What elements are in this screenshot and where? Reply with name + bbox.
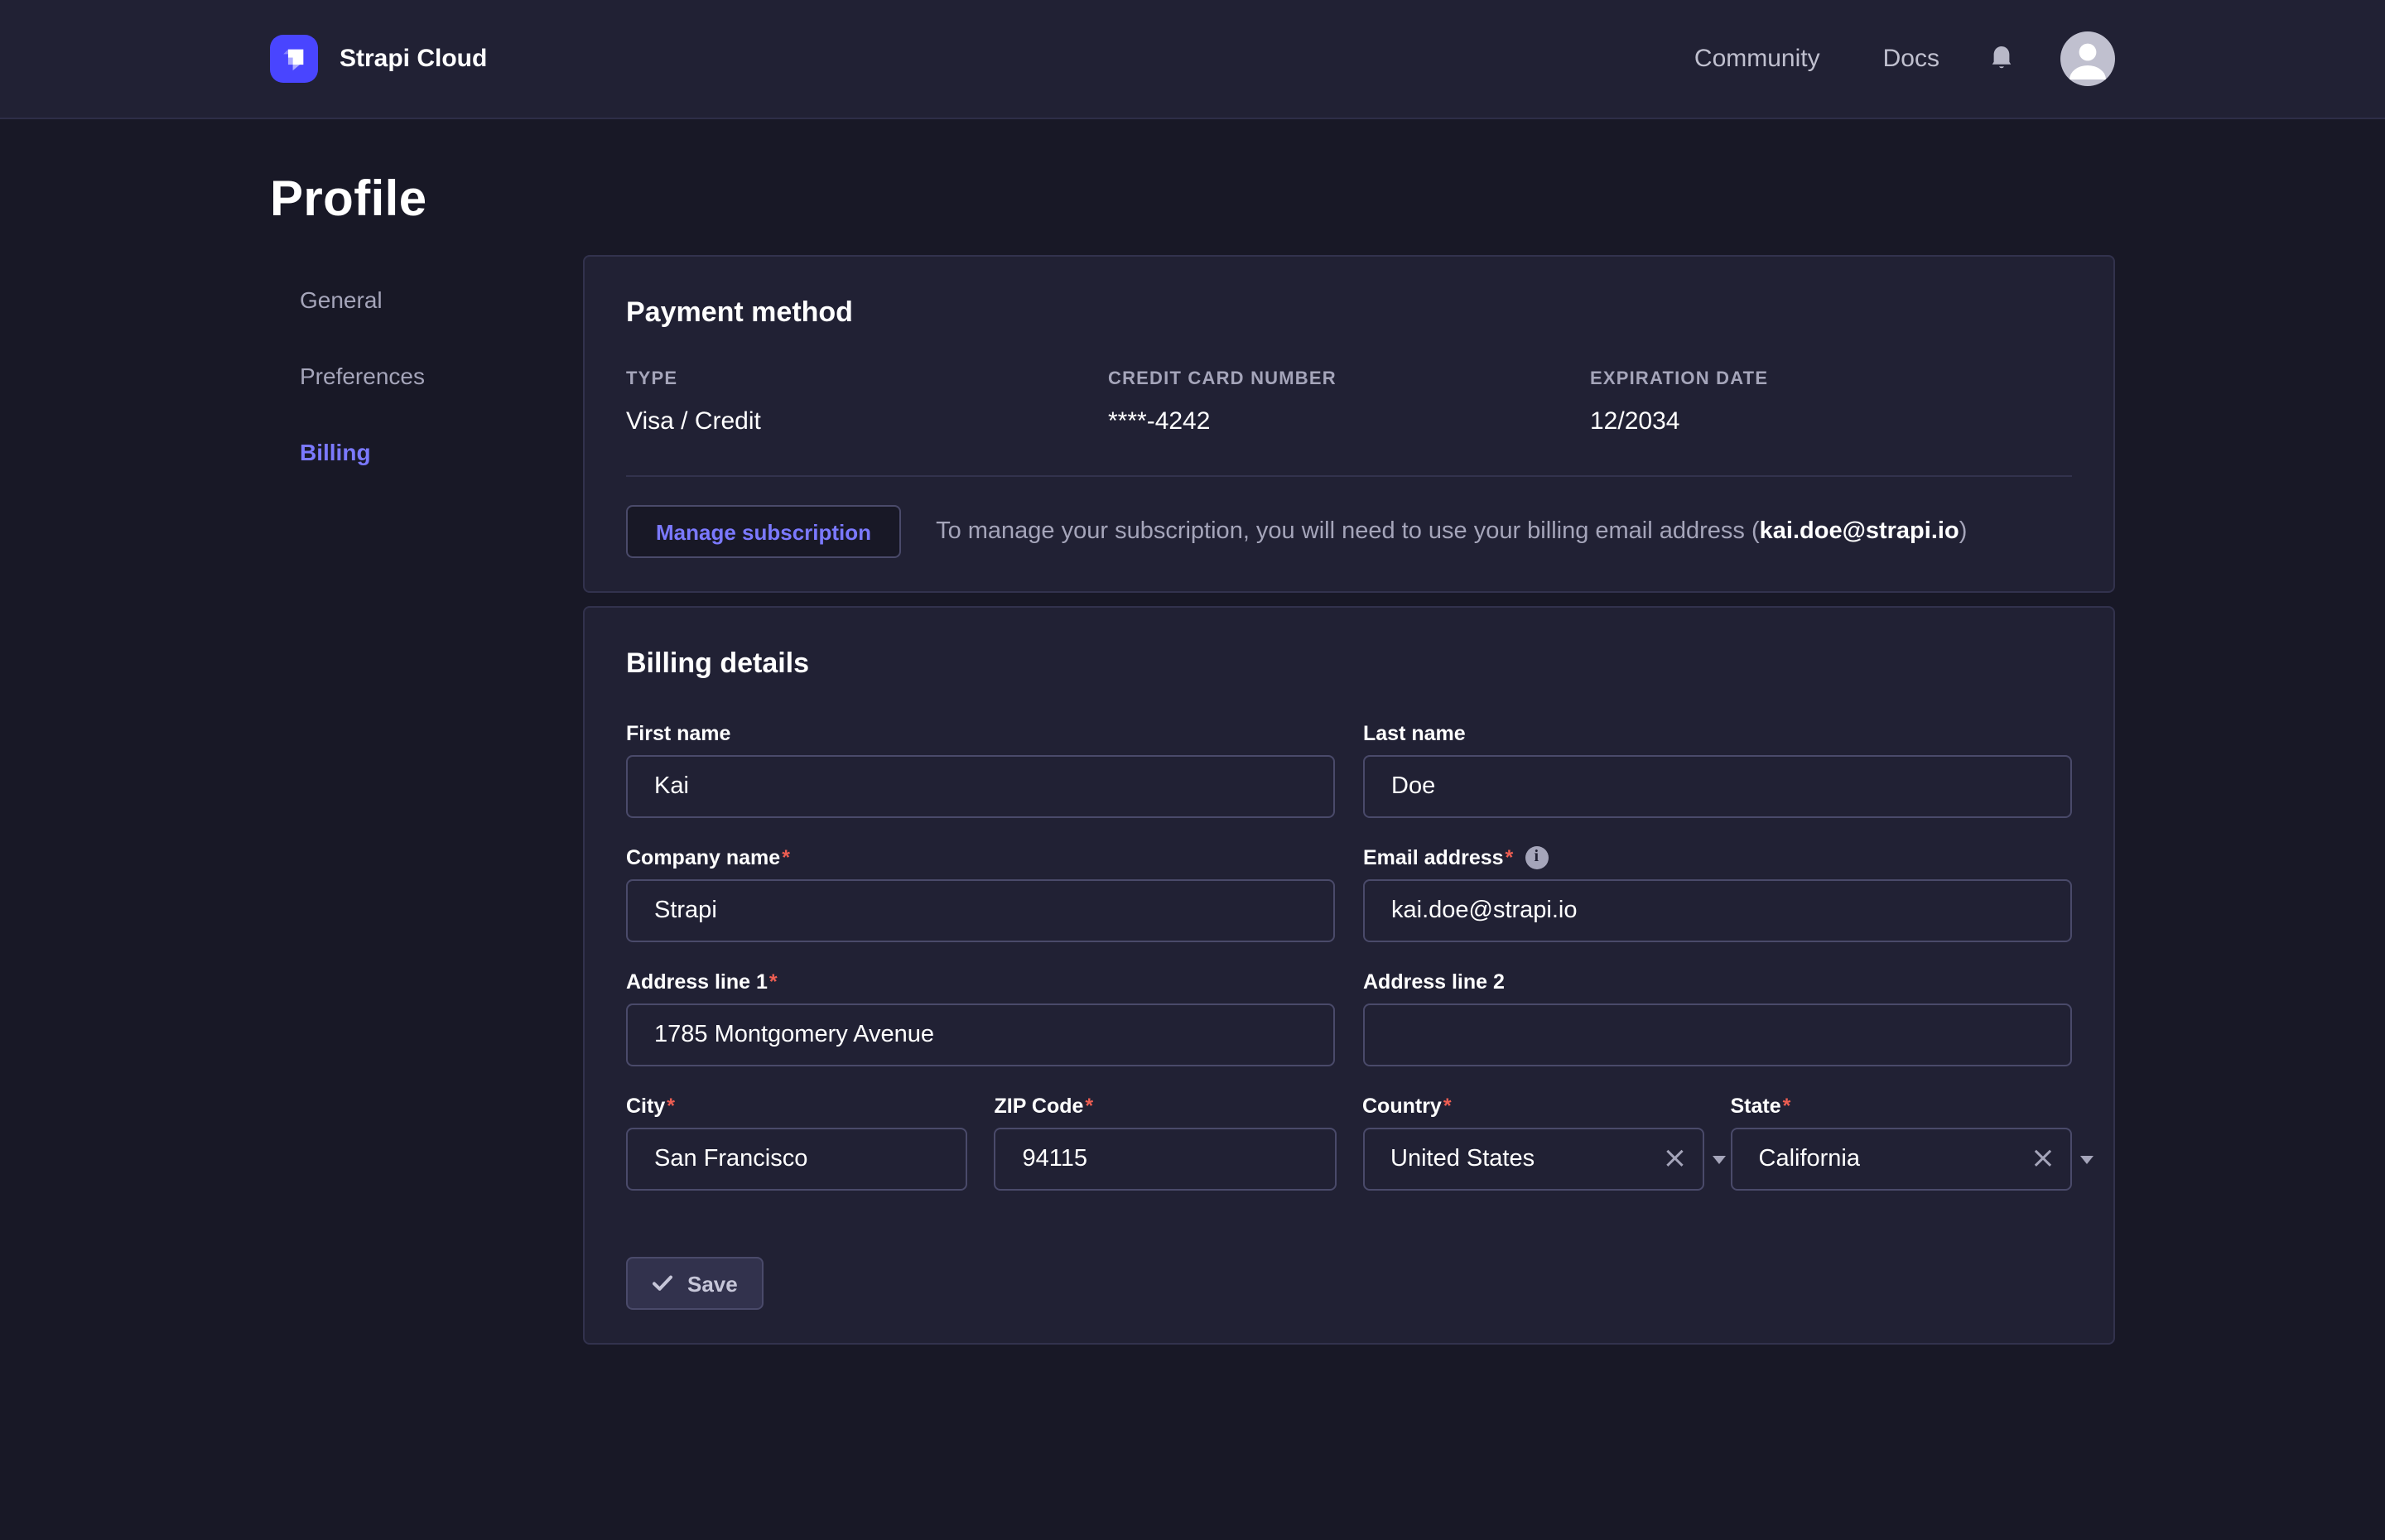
nav-link-community[interactable]: Community <box>1694 45 1820 73</box>
country-label: Country* <box>1362 1093 1704 1119</box>
nav-right: Community Docs <box>1694 31 2115 86</box>
brand-name: Strapi Cloud <box>340 45 487 73</box>
country-clear-icon[interactable]: × <box>1662 1144 1687 1174</box>
address-line1-input[interactable] <box>626 1003 1335 1066</box>
billing-details-card: Billing details First name Last name <box>583 606 2115 1345</box>
credit-card-number-value: ****-4242 <box>1108 407 1590 436</box>
save-row: Save <box>626 1257 2072 1310</box>
expiration-date-label: EXPIRATION DATE <box>1590 369 2072 389</box>
save-button[interactable]: Save <box>626 1257 764 1310</box>
payment-method-card: Payment method TYPE Visa / Credit CREDIT… <box>583 255 2115 593</box>
city-field-group: City* <box>626 1093 968 1191</box>
profile-sidebar: General Preferences Billing <box>270 255 583 503</box>
sidebar-item-billing[interactable]: Billing <box>270 427 583 477</box>
credit-card-number-label: CREDIT CARD NUMBER <box>1108 369 1590 389</box>
email-address-label: Email address*i <box>1363 845 2072 871</box>
note-suffix: ) <box>1959 518 1968 545</box>
payment-type-value: Visa / Credit <box>626 407 1108 436</box>
last-name-field-group: Last name <box>1363 720 2072 818</box>
content-column: Payment method TYPE Visa / Credit CREDIT… <box>583 255 2115 1345</box>
required-asterisk: * <box>667 1093 675 1119</box>
main-content: Profile General Preferences Billing Paym… <box>270 172 2115 1345</box>
payment-expiration-col: EXPIRATION DATE 12/2034 <box>1590 369 2072 436</box>
address-line1-label: Address line 1* <box>626 969 1335 995</box>
note-prefix: To manage your subscription, you will ne… <box>936 518 1760 545</box>
email-address-input[interactable] <box>1363 879 2072 942</box>
save-label: Save <box>687 1271 738 1296</box>
country-field-group: Country* United States × <box>1362 1093 1704 1191</box>
brand[interactable]: Strapi Cloud <box>270 35 487 83</box>
sidebar-item-preferences[interactable]: Preferences <box>270 351 583 401</box>
required-asterisk: * <box>1443 1093 1452 1119</box>
country-combobox[interactable]: United States <box>1362 1128 1704 1191</box>
manage-subscription-row: Manage subscription To manage your subsc… <box>626 475 2072 558</box>
billing-card-title: Billing details <box>626 647 2072 681</box>
last-name-input[interactable] <box>1363 755 2072 818</box>
company-name-field-group: Company name* <box>626 845 1335 942</box>
checkmark-icon <box>653 1275 672 1292</box>
country-caret-icon[interactable] <box>1713 1156 1726 1164</box>
state-label: State* <box>1731 1093 2073 1119</box>
required-asterisk: * <box>1085 1093 1093 1119</box>
payment-card-number-col: CREDIT CARD NUMBER ****-4242 <box>1108 369 1590 436</box>
last-name-label: Last name <box>1363 720 2072 747</box>
top-navbar: Strapi Cloud Community Docs <box>0 0 2385 119</box>
first-name-field-group: First name <box>626 720 1335 818</box>
nav-link-docs[interactable]: Docs <box>1883 45 1939 73</box>
zip-code-label: ZIP Code* <box>995 1093 1337 1119</box>
address-line2-label: Address line 2 <box>1363 969 2072 995</box>
state-field-group: State* California × <box>1731 1093 2073 1191</box>
notification-bell-icon[interactable] <box>1989 45 2014 73</box>
required-asterisk: * <box>1506 845 1514 871</box>
payment-card-title: Payment method <box>626 296 2072 330</box>
zip-code-input[interactable] <box>995 1128 1337 1191</box>
manage-subscription-note: To manage your subscription, you will ne… <box>936 518 1967 545</box>
billing-form: First name Last name Company name* <box>626 720 2072 1310</box>
payment-type-col: TYPE Visa / Credit <box>626 369 1108 436</box>
city-input[interactable] <box>626 1128 968 1191</box>
state-combobox[interactable]: California <box>1731 1128 2073 1191</box>
manage-subscription-button[interactable]: Manage subscription <box>626 505 901 558</box>
state-value: California <box>1759 1146 2015 1172</box>
sidebar-item-general[interactable]: General <box>270 275 583 325</box>
company-name-label: Company name* <box>626 845 1335 871</box>
user-avatar[interactable] <box>2060 31 2115 86</box>
state-clear-icon[interactable]: × <box>2031 1144 2055 1174</box>
address-line2-field-group: Address line 2 <box>1363 969 2072 1066</box>
state-caret-icon[interactable] <box>2080 1156 2094 1164</box>
required-asterisk: * <box>769 969 778 995</box>
payment-type-label: TYPE <box>626 369 1108 389</box>
billing-email: kai.doe@strapi.io <box>1760 518 1959 545</box>
address-line1-field-group: Address line 1* <box>626 969 1335 1066</box>
page-title: Profile <box>270 172 2115 229</box>
email-address-field-group: Email address*i <box>1363 845 2072 942</box>
company-name-input[interactable] <box>626 879 1335 942</box>
city-label: City* <box>626 1093 968 1119</box>
app-viewport: Strapi Cloud Community Docs <box>0 0 2385 1540</box>
required-asterisk: * <box>782 845 790 871</box>
zip-code-field-group: ZIP Code* <box>995 1093 1337 1191</box>
strapi-logo-icon <box>270 35 318 83</box>
expiration-date-value: 12/2034 <box>1590 407 2072 436</box>
required-asterisk: * <box>1783 1093 1791 1119</box>
address-line2-input[interactable] <box>1363 1003 2072 1066</box>
first-name-label: First name <box>626 720 1335 747</box>
email-info-icon[interactable]: i <box>1525 846 1548 869</box>
first-name-input[interactable] <box>626 755 1335 818</box>
country-value: United States <box>1390 1146 1646 1172</box>
